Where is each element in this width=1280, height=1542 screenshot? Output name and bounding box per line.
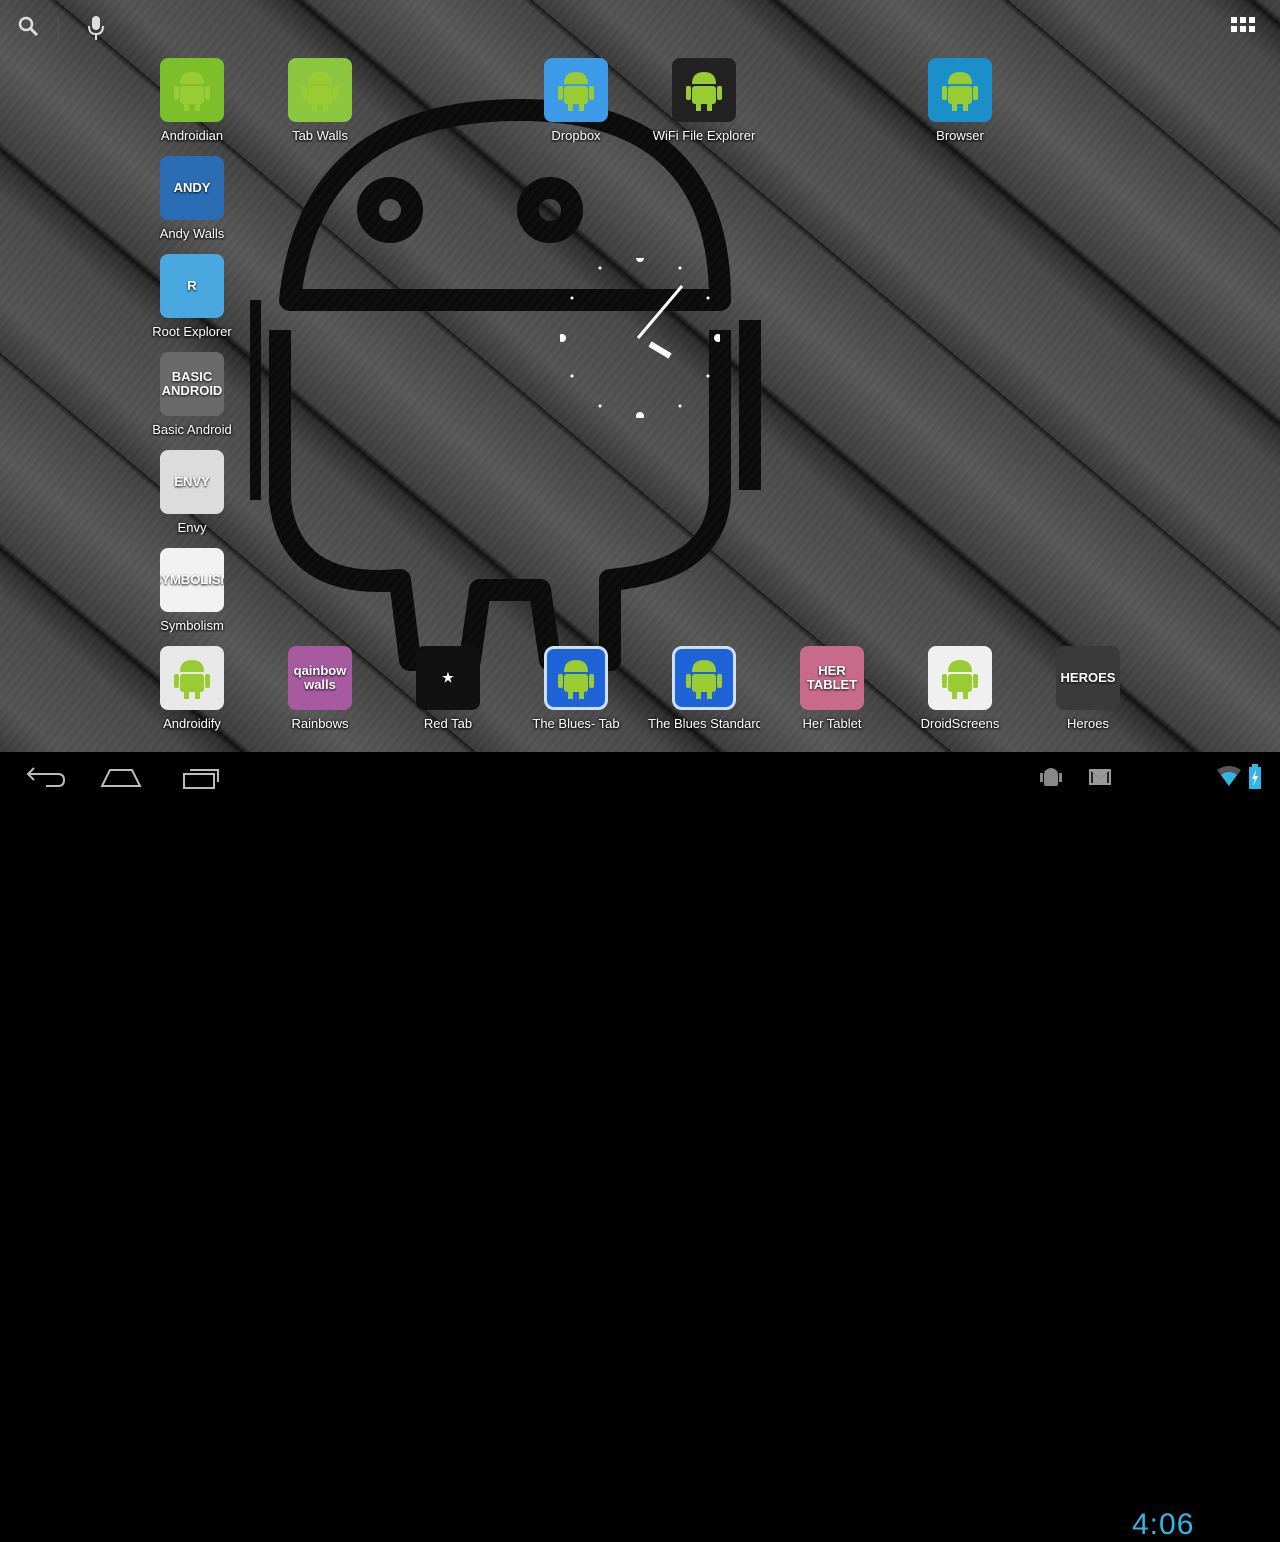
app-icon-root-explorer[interactable]: R Root Explorer [136, 254, 248, 350]
app-label: The Blues- Tab [532, 716, 620, 731]
app-label: Andy Walls [159, 226, 225, 241]
dropbox-icon [544, 58, 608, 122]
app-icon-androidify[interactable]: Androidify [136, 646, 248, 742]
app-label: Red Tab [423, 716, 473, 731]
symbolism-icon: SYMBOLISM [160, 548, 224, 612]
app-label: The Blues Standard [648, 716, 760, 731]
androidify-icon [160, 646, 224, 710]
app-label: Rainbows [291, 716, 349, 731]
back-button[interactable] [18, 762, 68, 792]
app-icon-tab-walls[interactable]: Tab Walls [264, 58, 376, 154]
app-label: Symbolism [160, 618, 224, 633]
app-icon-red-tab[interactable]: ★ Red Tab [392, 646, 504, 742]
hour-hand [648, 341, 672, 359]
battery-charging-icon [1249, 764, 1261, 789]
the-blues-tab-icon [544, 646, 608, 710]
app-label: Androidian [160, 128, 224, 143]
recent-apps-button[interactable] [176, 762, 226, 792]
app-label: Browser [936, 128, 984, 143]
app-icon-droidscreens[interactable]: DroidScreens [904, 646, 1016, 742]
rainbows-icon: qainbow walls [288, 646, 352, 710]
app-label: Dropbox [551, 128, 601, 143]
app-icon-symbolism[interactable]: SYMBOLISM Symbolism [136, 548, 248, 644]
the-blues-standard-icon [672, 646, 736, 710]
root-explorer-icon: R [160, 254, 224, 318]
gmail-notification-icon[interactable] [1088, 768, 1112, 786]
system-navigation-bar: 4:06 [0, 752, 1280, 1541]
app-label: Heroes [1067, 716, 1109, 731]
app-icon-the-blues-standard[interactable]: The Blues Standard [648, 646, 760, 742]
app-icon-browser[interactable]: Browser [904, 58, 1016, 154]
minute-hand [636, 285, 684, 339]
app-label: WiFi File Explorer [652, 128, 756, 143]
red-tab-icon: ★ [416, 646, 480, 710]
analog-clock-widget[interactable] [560, 258, 720, 418]
wifi-icon [1217, 766, 1241, 786]
app-icon-her-tablet[interactable]: HER TABLET Her Tablet [776, 646, 888, 742]
tab-walls-icon [288, 58, 352, 122]
app-label: Her Tablet [802, 716, 862, 731]
app-label: Envy [177, 520, 207, 535]
app-icon-andy-walls[interactable]: ANDY Andy Walls [136, 156, 248, 252]
envy-icon: ENVY [160, 450, 224, 514]
app-icon-wifi-file-explorer[interactable]: WiFi File Explorer [648, 58, 760, 154]
divider [58, 16, 59, 40]
app-label: Tab Walls [292, 128, 348, 143]
app-label: Androidify [163, 716, 221, 731]
app-label: Basic Android [152, 422, 232, 437]
heroes-icon: HEROES [1056, 646, 1120, 710]
app-icon-dropbox[interactable]: Dropbox [520, 58, 632, 154]
app-icon-heroes[interactable]: HEROES Heroes [1032, 646, 1144, 742]
andy-walls-icon: ANDY [160, 156, 224, 220]
browser-icon [928, 58, 992, 122]
app-icon-envy[interactable]: ENVY Envy [136, 450, 248, 546]
microphone-icon[interactable] [82, 14, 110, 42]
app-icon-basic-android[interactable]: BASIC ANDROID Basic Android [136, 352, 248, 448]
app-label: Root Explorer [152, 324, 232, 339]
app-icon-rainbows[interactable]: qainbow walls Rainbows [264, 646, 376, 742]
search-icon[interactable] [14, 14, 42, 42]
all-apps-grid-icon[interactable] [1230, 14, 1258, 42]
her-tablet-icon: HER TABLET [800, 646, 864, 710]
app-icon-androidian[interactable]: Androidian [136, 58, 248, 154]
app-label: DroidScreens [920, 716, 1000, 731]
android-debug-notification-icon[interactable] [1040, 764, 1062, 790]
droidscreens-icon [928, 646, 992, 710]
androidian-icon [160, 58, 224, 122]
basic-android-icon: BASIC ANDROID [160, 352, 224, 416]
app-icon-the-blues-tab[interactable]: The Blues- Tab [520, 646, 632, 742]
wifi-file-explorer-icon [672, 58, 736, 122]
clock-time[interactable]: 4:06 [1132, 1508, 1194, 1542]
home-button[interactable] [96, 762, 146, 792]
